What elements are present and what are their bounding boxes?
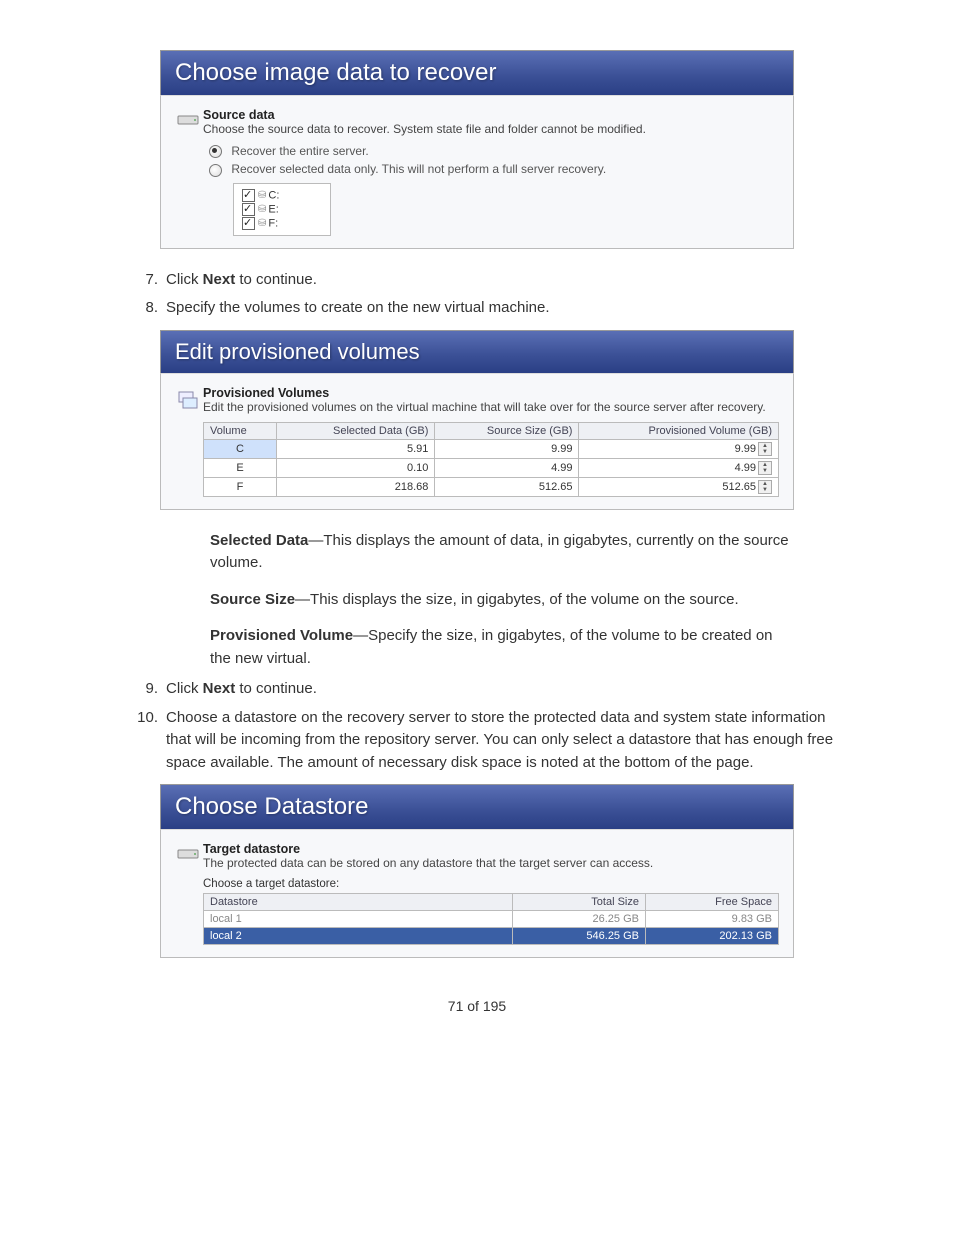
radio-label: Recover the entire server. xyxy=(231,144,368,158)
definition-provisioned-volume: Provisioned Volume—Specify the size, in … xyxy=(210,625,794,670)
choose-image-data-panel: Choose image data to recover Source data… xyxy=(160,50,794,249)
tree-item-f[interactable]: ⛁F: xyxy=(242,217,322,230)
tree-item-e[interactable]: ⛁E: xyxy=(242,203,322,216)
target-datastore-title: Target datastore xyxy=(203,842,779,856)
volumes-table: Volume Selected Data (GB) Source Size (G… xyxy=(203,422,779,497)
choose-datastore-label: Choose a target datastore: xyxy=(203,878,779,890)
disk-icon: ⛁ xyxy=(258,218,266,229)
datastore-table: Datastore Total Size Free Space local 1 … xyxy=(203,893,779,945)
panel-banner: Choose image data to recover xyxy=(160,50,794,95)
spinner-icon[interactable]: ▲▼ xyxy=(758,442,772,456)
col-source-size: Source Size (GB) xyxy=(435,422,579,439)
radio-icon xyxy=(209,164,222,177)
checkbox-icon xyxy=(242,203,255,216)
step-9: 9. Click Next to continue. xyxy=(130,678,854,701)
panel-banner: Edit provisioned volumes xyxy=(160,330,794,373)
col-free-space: Free Space xyxy=(646,894,779,911)
tree-item-c[interactable]: ⛁C: xyxy=(242,189,322,202)
step-8: 8. Specify the volumes to create on the … xyxy=(130,297,854,320)
col-total-size: Total Size xyxy=(513,894,646,911)
volumes-icon xyxy=(175,388,203,412)
table-row-selected[interactable]: local 2 546.25 GB 202.13 GB xyxy=(204,928,779,945)
prov-volumes-title: Provisioned Volumes xyxy=(203,386,779,400)
table-row[interactable]: C 5.91 9.99 9.99▲▼ xyxy=(204,439,779,458)
table-row[interactable]: E 0.10 4.99 4.99▲▼ xyxy=(204,458,779,477)
step-7: 7. Click Next to continue. xyxy=(130,269,854,292)
spinner-icon[interactable]: ▲▼ xyxy=(758,480,772,494)
radio-recover-selected[interactable]: Recover selected data only. This will no… xyxy=(209,162,779,176)
panel-banner: Choose Datastore xyxy=(160,784,794,829)
drive-icon xyxy=(175,844,203,868)
definition-selected-data: Selected Data—This displays the amount o… xyxy=(210,530,794,575)
edit-provisioned-volumes-panel: Edit provisioned volumes Provisioned Vol… xyxy=(160,330,794,510)
page-footer: 71 of 195 xyxy=(100,998,854,1014)
radio-icon xyxy=(209,145,222,158)
table-row[interactable]: F 218.68 512.65 512.65▲▼ xyxy=(204,477,779,496)
disk-icon: ⛁ xyxy=(258,204,266,215)
checkbox-icon xyxy=(242,217,255,230)
checkbox-icon xyxy=(242,189,255,202)
disk-icon: ⛁ xyxy=(258,190,266,201)
table-row[interactable]: local 1 26.25 GB 9.83 GB xyxy=(204,911,779,928)
col-provisioned: Provisioned Volume (GB) xyxy=(579,422,779,439)
radio-recover-entire[interactable]: Recover the entire server. xyxy=(209,144,779,158)
choose-datastore-panel: Choose Datastore Target datastore The pr… xyxy=(160,784,794,958)
target-datastore-subtitle: The protected data can be stored on any … xyxy=(203,856,779,870)
col-volume: Volume xyxy=(204,422,277,439)
step-10: 10. Choose a datastore on the recovery s… xyxy=(130,707,854,775)
source-data-subtitle: Choose the source data to recover. Syste… xyxy=(203,122,779,136)
col-datastore: Datastore xyxy=(204,894,513,911)
prov-volumes-subtitle: Edit the provisioned volumes on the virt… xyxy=(203,400,779,414)
col-selected-data: Selected Data (GB) xyxy=(277,422,435,439)
volume-tree: ⛁C: ⛁E: ⛁F: xyxy=(233,183,331,236)
radio-label: Recover selected data only. This will no… xyxy=(231,162,606,176)
definition-source-size: Source Size—This displays the size, in g… xyxy=(210,589,794,612)
source-data-title: Source data xyxy=(203,108,779,122)
spinner-icon[interactable]: ▲▼ xyxy=(758,461,772,475)
drive-icon xyxy=(175,110,203,134)
